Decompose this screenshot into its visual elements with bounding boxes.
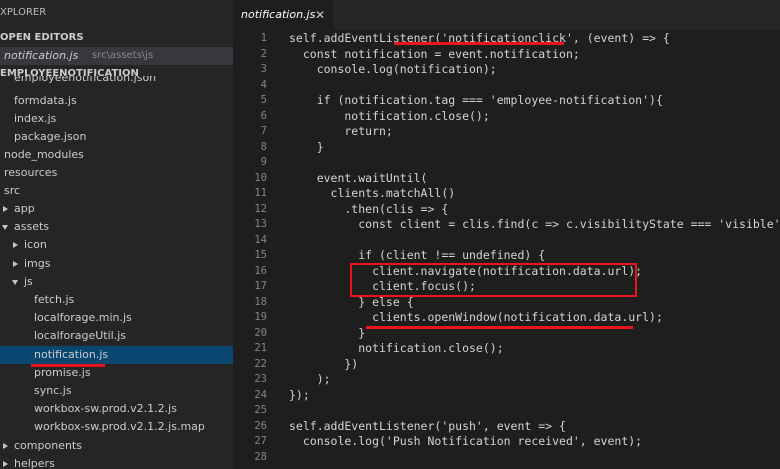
code-line: 19 clients.openWindow(notification.data.… — [254, 310, 663, 324]
tree-item-workbox-js[interactable]: workbox-sw.prod.v2.1.2.js — [0, 400, 233, 418]
tree-item-workbox-js-map[interactable]: workbox-sw.prod.v2.1.2.js.map — [0, 418, 233, 436]
code-line: 7 return; — [260, 124, 393, 138]
tree-folder-node-modules[interactable]: node_modules — [0, 146, 233, 164]
open-editor-name: notification.js — [4, 49, 79, 62]
tree-folder-icon[interactable]: icon — [0, 236, 233, 254]
code-line: 2 const notification = event.notificatio… — [260, 46, 580, 61]
code-line: 4 — [260, 78, 267, 91]
tree-item-fetch-js[interactable]: fetch.js — [0, 291, 233, 309]
code-line: 27 console.log('Push Notification receiv… — [254, 434, 643, 448]
chevron-right-icon[interactable] — [3, 437, 11, 455]
code-area[interactable]: 1 self.addEventListener('notificationclic… — [233, 30, 780, 469]
annotation-box — [350, 263, 637, 297]
chevron-right-icon[interactable] — [3, 455, 11, 469]
tab-label: notification.js — [241, 8, 316, 21]
open-editors-header[interactable]: OPEN EDITORS — [0, 29, 233, 47]
tree-folder-imgs[interactable]: imgs — [0, 255, 233, 273]
code-line: 28 — [254, 450, 267, 463]
code-line: 25 — [254, 404, 267, 416]
code-line: 5 if (notification.tag === 'employee-not… — [260, 93, 663, 107]
tree-folder-components[interactable]: components — [0, 437, 233, 455]
tab-notification-js[interactable]: notification.js ✕ — [233, 0, 333, 30]
chevron-right-icon[interactable] — [13, 255, 21, 273]
tree-folder-helpers[interactable]: helpers — [0, 455, 233, 469]
chevron-right-icon[interactable] — [13, 236, 21, 254]
open-editors-title: OPEN EDITORS — [0, 32, 84, 43]
code-line: 14 — [254, 233, 267, 246]
code-line: 23 ); — [254, 372, 331, 386]
tree-item-employeenotification-json[interactable]: employeenotification.json — [0, 76, 233, 90]
code-line: 21 notification.close(); — [254, 341, 504, 355]
tree-folder-app[interactable]: app — [0, 200, 233, 218]
tree-folder-resources[interactable]: resources — [0, 164, 233, 182]
code-line: 8 } — [260, 139, 324, 154]
annotation-underline — [31, 364, 105, 367]
code-editor[interactable]: notification.js ✕ 1 self.addEventListener… — [233, 0, 780, 469]
code-line: 24}); — [254, 387, 310, 402]
explorer-sidebar: XPLORER OPEN EDITORS notification.js src… — [0, 0, 233, 469]
tree-item-notification-js[interactable]: notification.js — [0, 346, 233, 364]
chevron-right-icon[interactable] — [3, 200, 11, 218]
code-line: 15 if (client !== undefined) { — [254, 248, 546, 262]
code-line: 10 event.waitUntil( — [254, 170, 428, 185]
code-line: 6 notification.close(); — [260, 108, 490, 123]
tree-item-formdata-js[interactable]: formdata.js — [0, 92, 233, 110]
tree-item-sync-js[interactable]: sync.js — [0, 382, 233, 400]
close-icon[interactable]: ✕ — [315, 0, 325, 30]
code-line: 26 self.addEventListener('push', event =>… — [254, 418, 566, 433]
code-line: 3 console.log(notification); — [260, 62, 497, 76]
tab-bar: notification.js ✕ — [233, 0, 780, 30]
tree-folder-js[interactable]: js — [0, 273, 233, 291]
code-line: 13 const client = clis.find(c => c.visib… — [254, 217, 780, 231]
code-line: 12 .then(clis => { — [254, 201, 449, 216]
tree-item-localforage-min-js[interactable]: localforage.min.js — [0, 309, 233, 327]
open-editor-item[interactable]: notification.js src\assets\js — [0, 47, 233, 65]
open-editor-path: src\assets\js — [92, 50, 154, 61]
tree-item-localforageutil-js[interactable]: localforageUtil.js — [0, 327, 233, 345]
chevron-down-icon[interactable] — [2, 218, 10, 236]
tree-folder-src[interactable]: src — [0, 182, 233, 200]
tree-item-index-js[interactable]: index.js — [0, 110, 233, 128]
tree-item-package-json[interactable]: package.json — [0, 128, 233, 146]
code-line: 22 }) — [254, 356, 359, 371]
annotation-underline — [394, 42, 564, 45]
code-line: 9 — [260, 156, 267, 168]
tree-folder-assets[interactable]: assets — [0, 218, 233, 236]
chevron-down-icon[interactable] — [12, 273, 20, 291]
code-line: 11 clients.matchAll() — [254, 186, 456, 200]
annotation-underline — [366, 326, 633, 329]
explorer-title: XPLORER — [0, 7, 47, 18]
